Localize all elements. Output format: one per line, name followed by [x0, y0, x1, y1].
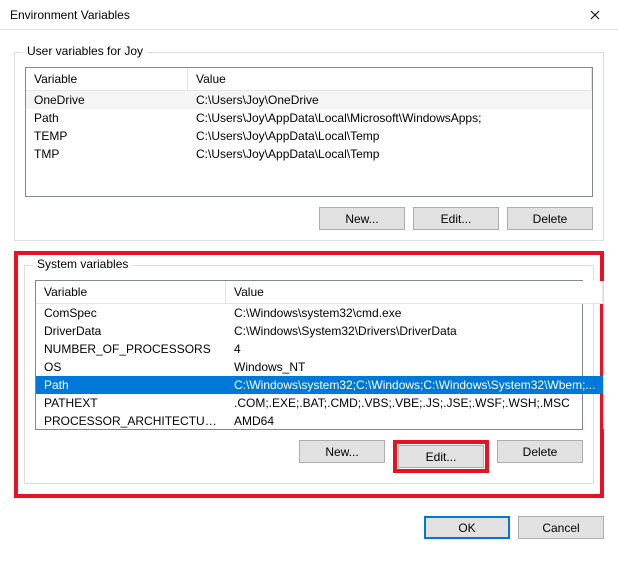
cell-value: C:\Windows\System32\Drivers\DriverData — [226, 322, 603, 340]
system-delete-button[interactable]: Delete — [497, 440, 583, 463]
cell-variable: DriverData — [36, 322, 226, 340]
cell-value: C:\Windows\system32;C:\Windows;C:\Window… — [226, 376, 603, 394]
window-title: Environment Variables — [10, 8, 130, 22]
user-variables-group: User variables for Joy Variable Value On… — [14, 52, 604, 241]
cell-value: .COM;.EXE;.BAT;.CMD;.VBS;.VBE;.JS;.JSE;.… — [226, 394, 603, 412]
cell-variable: ComSpec — [36, 304, 226, 322]
user-variables-list[interactable]: Variable Value OneDrive C:\Users\Joy\One… — [25, 67, 593, 197]
cell-value: C:\Users\Joy\OneDrive — [188, 91, 592, 109]
table-row[interactable]: OneDrive C:\Users\Joy\OneDrive — [26, 91, 592, 109]
cell-variable: Path — [36, 376, 226, 394]
table-row[interactable]: ComSpec C:\Windows\system32\cmd.exe — [36, 304, 603, 322]
system-header-value[interactable]: Value — [226, 281, 603, 303]
title-bar: Environment Variables — [0, 0, 618, 30]
system-variables-list[interactable]: Variable Value ComSpec C:\Windows\system… — [35, 280, 583, 430]
table-row[interactable]: Path C:\Windows\system32;C:\Windows;C:\W… — [36, 376, 603, 394]
system-variables-legend: System variables — [33, 257, 132, 271]
table-row[interactable]: PATHEXT .COM;.EXE;.BAT;.CMD;.VBS;.VBE;.J… — [36, 394, 603, 412]
table-row[interactable]: TMP C:\Users\Joy\AppData\Local\Temp — [26, 145, 592, 163]
dialog-content: User variables for Joy Variable Value On… — [0, 30, 618, 508]
cell-value: Windows_NT — [226, 358, 603, 376]
user-new-button[interactable]: New... — [319, 207, 405, 230]
cell-value: C:\Users\Joy\AppData\Local\Microsoft\Win… — [188, 109, 592, 127]
table-row[interactable]: Path C:\Users\Joy\AppData\Local\Microsof… — [26, 109, 592, 127]
cell-value: C:\Users\Joy\AppData\Local\Temp — [188, 145, 592, 163]
system-list-header: Variable Value — [36, 281, 603, 304]
ok-button[interactable]: OK — [424, 516, 510, 539]
close-icon — [590, 10, 600, 20]
user-edit-button[interactable]: Edit... — [413, 207, 499, 230]
system-variables-highlight: System variables Variable Value ComSpec … — [14, 251, 604, 498]
cancel-button[interactable]: Cancel — [518, 516, 604, 539]
user-list-body: OneDrive C:\Users\Joy\OneDrive Path C:\U… — [26, 91, 592, 163]
user-header-value[interactable]: Value — [188, 68, 592, 90]
cell-variable: PATHEXT — [36, 394, 226, 412]
cell-variable: TEMP — [26, 127, 188, 145]
system-header-variable[interactable]: Variable — [36, 281, 226, 303]
system-edit-button[interactable]: Edit... — [398, 445, 484, 468]
cell-variable: NUMBER_OF_PROCESSORS — [36, 340, 226, 358]
table-row[interactable]: PROCESSOR_ARCHITECTURE AMD64 — [36, 412, 603, 430]
cell-value: 4 — [226, 340, 603, 358]
table-row[interactable]: DriverData C:\Windows\System32\Drivers\D… — [36, 322, 603, 340]
cell-value: AMD64 — [226, 412, 603, 430]
user-delete-button[interactable]: Delete — [507, 207, 593, 230]
cell-variable: OS — [36, 358, 226, 376]
system-list-body: ComSpec C:\Windows\system32\cmd.exe Driv… — [36, 304, 603, 430]
close-button[interactable] — [572, 0, 618, 30]
user-list-header: Variable Value — [26, 68, 592, 91]
cell-variable: Path — [26, 109, 188, 127]
cell-value: C:\Users\Joy\AppData\Local\Temp — [188, 127, 592, 145]
system-buttons-row: New... Edit... Delete — [35, 440, 583, 473]
system-variables-group: System variables Variable Value ComSpec … — [24, 265, 594, 484]
cell-variable: TMP — [26, 145, 188, 163]
cell-variable: PROCESSOR_ARCHITECTURE — [36, 412, 226, 430]
cell-variable: OneDrive — [26, 91, 188, 109]
user-variables-legend: User variables for Joy — [23, 44, 147, 58]
user-buttons-row: New... Edit... Delete — [25, 207, 593, 230]
table-row[interactable]: OS Windows_NT — [36, 358, 603, 376]
system-edit-highlight: Edit... — [393, 440, 489, 473]
table-row[interactable]: NUMBER_OF_PROCESSORS 4 — [36, 340, 603, 358]
table-row[interactable]: TEMP C:\Users\Joy\AppData\Local\Temp — [26, 127, 592, 145]
user-header-variable[interactable]: Variable — [26, 68, 188, 90]
system-scrollbar[interactable] — [603, 281, 604, 429]
dialog-buttons-row: OK Cancel — [0, 508, 618, 551]
system-new-button[interactable]: New... — [299, 440, 385, 463]
cell-value: C:\Windows\system32\cmd.exe — [226, 304, 603, 322]
